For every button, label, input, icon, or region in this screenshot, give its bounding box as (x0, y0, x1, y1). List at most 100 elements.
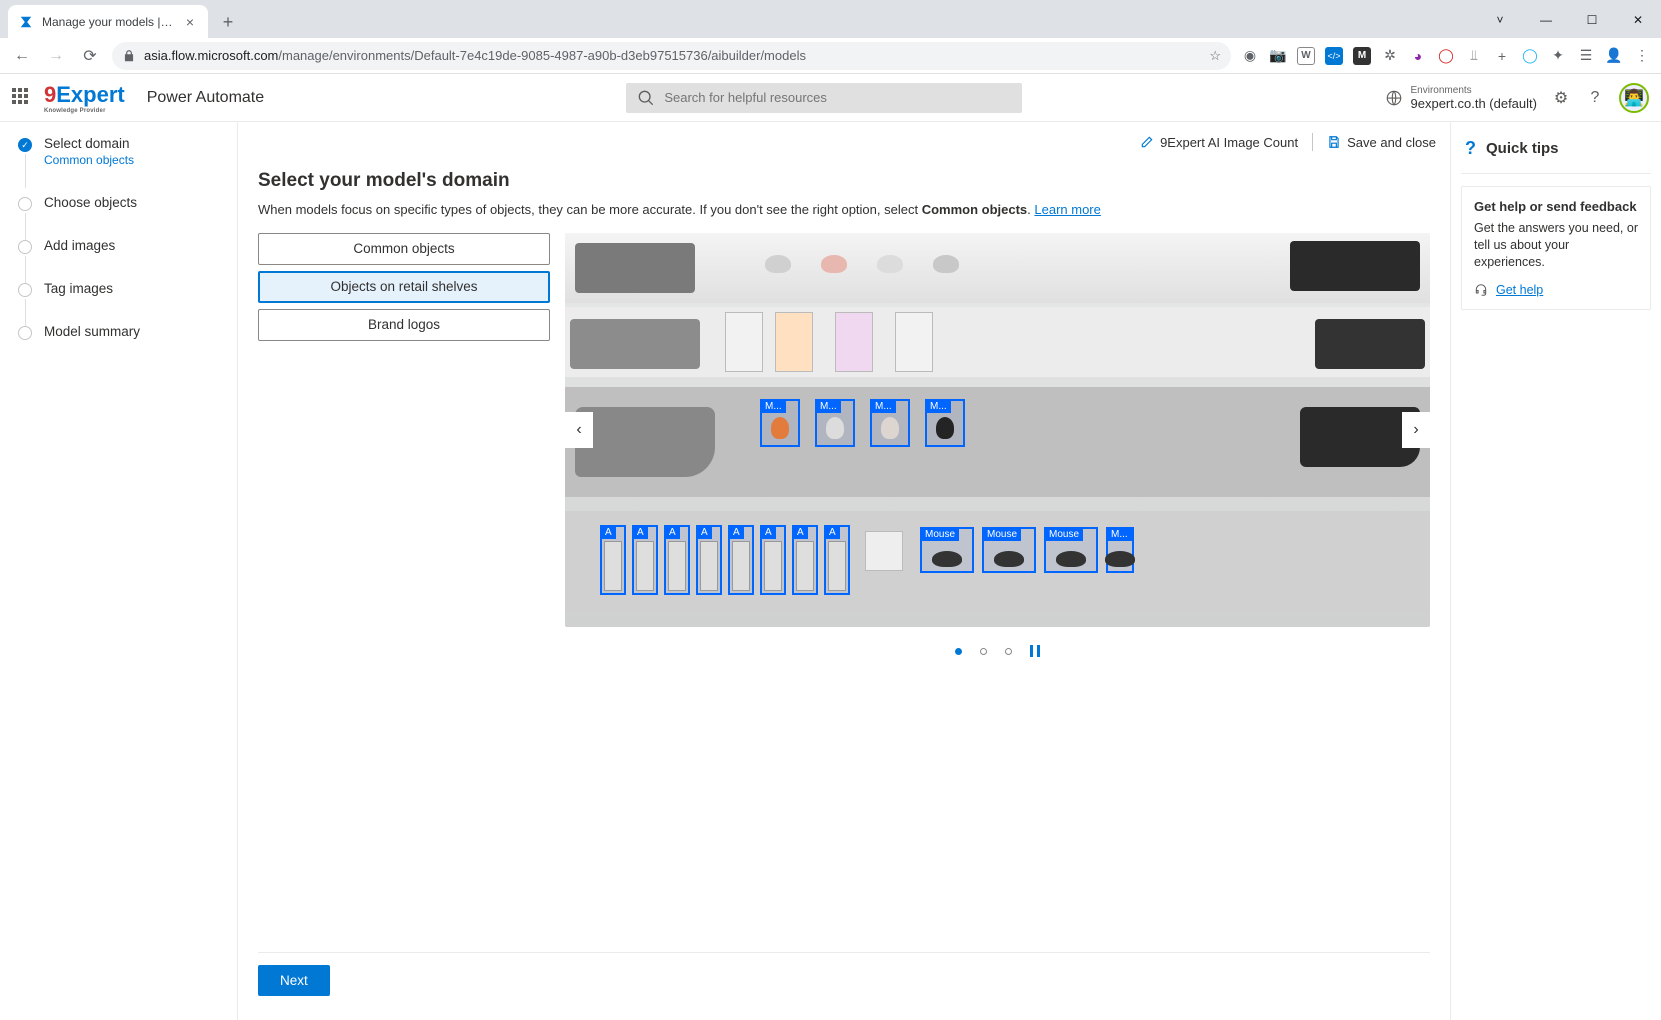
learn-more-link[interactable]: Learn more (1034, 202, 1100, 217)
detection-box: A (632, 525, 658, 595)
ext-icon-red[interactable]: ◯ (1437, 47, 1455, 65)
maximize-button[interactable]: ☐ (1569, 4, 1615, 36)
detection-label: A (697, 526, 712, 539)
detection-label: A (729, 526, 744, 539)
pencil-icon (1140, 135, 1154, 149)
quick-tips-header: ? Quick tips (1461, 132, 1651, 174)
headset-icon (1474, 283, 1488, 297)
tab-favicon (18, 14, 34, 30)
tab-title: Manage your models | Power Au… (42, 15, 174, 29)
profile-avatar-icon[interactable]: 👤 (1605, 47, 1623, 65)
env-value: 9expert.co.th (default) (1411, 96, 1537, 111)
carousel-pause-button[interactable] (1030, 645, 1040, 657)
ext-icon-blue[interactable]: ◯ (1521, 47, 1539, 65)
ext-icon-code[interactable]: </> (1325, 47, 1343, 65)
ext-icon-plus[interactable]: + (1493, 47, 1511, 65)
help-card: Get help or send feedback Get the answer… (1461, 186, 1651, 310)
app-header: 9Expert Knowledge Provider Power Automat… (0, 74, 1661, 122)
ext-icon-gear[interactable]: ✲ (1381, 47, 1399, 65)
detection-box: A (760, 525, 786, 595)
wizard-steps: Select domain Common objects Choose obje… (0, 122, 238, 1020)
next-button[interactable]: Next (258, 965, 330, 996)
edit-name-action[interactable]: 9Expert AI Image Count (1140, 135, 1298, 150)
step-select-domain[interactable]: Select domain Common objects (18, 136, 219, 167)
url-text: asia.flow.microsoft.com/manage/environme… (144, 48, 1201, 63)
ext-icon-list[interactable]: ☰ (1577, 47, 1595, 65)
option-common-objects[interactable]: Common objects (258, 233, 550, 265)
search-box[interactable] (626, 83, 1022, 113)
step-title: Tag images (44, 281, 219, 296)
forward-button[interactable]: → (44, 44, 68, 68)
new-tab-button[interactable]: + (214, 8, 242, 36)
detection-box: Mouse (1044, 527, 1098, 573)
env-label: Environments (1411, 85, 1537, 96)
brand-logo[interactable]: 9Expert Knowledge Provider (44, 82, 125, 114)
detection-label: A (601, 526, 616, 539)
star-icon[interactable]: ☆ (1209, 48, 1221, 64)
step-add-images[interactable]: Add images (18, 238, 219, 253)
step-title: Add images (44, 238, 219, 253)
ext-icon-camera[interactable]: 📷 (1269, 47, 1287, 65)
page-title: Select your model's domain (258, 170, 1430, 192)
get-help-link[interactable]: Get help (1474, 283, 1638, 297)
ext-icon-w[interactable]: W (1297, 47, 1315, 65)
step-title: Select domain (44, 136, 219, 151)
carousel-pager (565, 645, 1430, 657)
environment-picker[interactable]: Environments 9expert.co.th (default) (1385, 85, 1537, 111)
address-bar[interactable]: asia.flow.microsoft.com/manage/environme… (112, 42, 1231, 70)
pager-dot-1[interactable] (955, 648, 962, 655)
divider (1312, 133, 1313, 151)
pager-dot-2[interactable] (980, 648, 987, 655)
step-tag-images[interactable]: Tag images (18, 281, 219, 296)
save-close-action[interactable]: Save and close (1327, 135, 1436, 150)
main-content: 9Expert AI Image Count Save and close Se… (238, 122, 1451, 1020)
detection-label: M... (926, 400, 951, 413)
detection-box: A (664, 525, 690, 595)
app-name: Power Automate (147, 89, 264, 107)
browser-tab[interactable]: Manage your models | Power Au… × (8, 5, 208, 38)
step-model-summary[interactable]: Model summary (18, 324, 219, 339)
step-title: Model summary (44, 324, 219, 339)
detection-label: Mouse (1045, 528, 1083, 541)
help-icon[interactable]: ? (1585, 88, 1605, 108)
save-icon (1327, 135, 1341, 149)
user-avatar[interactable]: 👨‍💻 (1619, 83, 1649, 113)
close-window-button[interactable]: ✕ (1615, 4, 1661, 36)
ext-icon-m[interactable]: M (1353, 47, 1371, 65)
chrome-menu-icon[interactable]: ⋮ (1633, 47, 1651, 65)
detection-label: M... (871, 400, 896, 413)
step-subtitle: Common objects (44, 153, 219, 167)
option-retail-shelves[interactable]: Objects on retail shelves (258, 271, 550, 303)
detection-box: Mouse (982, 527, 1036, 573)
app-launcher-icon[interactable] (12, 88, 32, 108)
detection-label: A (825, 526, 840, 539)
chevron-down-icon[interactable]: ˅ (1477, 4, 1523, 36)
ext-icon-y[interactable]: ⫫ (1465, 47, 1483, 65)
question-icon: ? (1465, 138, 1476, 159)
carousel-prev-button[interactable]: ‹ (565, 412, 593, 448)
domain-options: Common objects Objects on retail shelves… (258, 233, 550, 657)
detection-label: M... (816, 400, 841, 413)
window-controls: ˅ — ☐ ✕ (1477, 4, 1661, 36)
detection-label: M... (761, 400, 786, 413)
detection-box: A (792, 525, 818, 595)
step-choose-objects[interactable]: Choose objects (18, 195, 219, 210)
search-input[interactable] (664, 90, 1010, 105)
option-brand-logos[interactable]: Brand logos (258, 309, 550, 341)
extensions-puzzle-icon[interactable]: ✦ (1549, 47, 1567, 65)
reload-button[interactable]: ⟳ (78, 44, 102, 68)
close-tab-icon[interactable]: × (182, 14, 198, 30)
carousel-next-button[interactable]: › (1402, 412, 1430, 448)
settings-icon[interactable]: ⚙ (1551, 88, 1571, 108)
minimize-button[interactable]: — (1523, 4, 1569, 36)
detection-label: M... (1107, 528, 1132, 541)
pager-dot-3[interactable] (1005, 648, 1012, 655)
ext-icon-1[interactable]: ◉ (1241, 47, 1259, 65)
back-button[interactable]: ← (10, 44, 34, 68)
detection-box: M... (870, 399, 910, 447)
extensions-tray: ◉ 📷 W </> M ✲ ◕ ◯ ⫫ + ◯ ✦ ☰ 👤 ⋮ (1241, 47, 1651, 65)
ext-icon-purple[interactable]: ◕ (1409, 47, 1427, 65)
step-title: Choose objects (44, 195, 219, 210)
page-actions: 9Expert AI Image Count Save and close (238, 122, 1450, 162)
search-icon (638, 90, 654, 106)
